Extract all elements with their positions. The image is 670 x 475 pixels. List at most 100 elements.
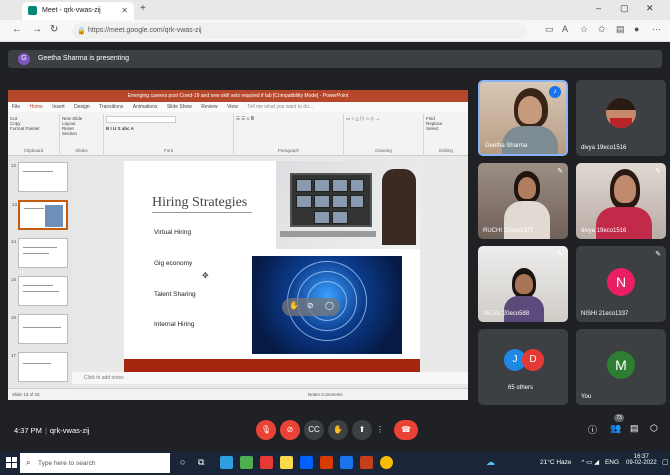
participant-tile[interactable]: ♪ Geetha Sharma: [478, 80, 568, 156]
section-button[interactable]: Section: [62, 131, 101, 136]
editing-group: Find Replace Select Editing: [424, 114, 468, 154]
media-app-icon[interactable]: [240, 456, 253, 469]
dropbox-icon[interactable]: [300, 456, 313, 469]
participant-name: RUCHI 21eco1377: [483, 228, 534, 234]
back-icon[interactable]: ←: [12, 24, 22, 35]
font-name-select[interactable]: [106, 116, 176, 123]
windows-start-icon[interactable]: [6, 457, 18, 469]
notes-pane[interactable]: Click to add notes: [72, 372, 468, 384]
present-screen-button[interactable]: ⬆: [352, 420, 372, 440]
taskbar-clock[interactable]: 16:37 09-02-2022: [626, 454, 657, 466]
favorite-star-icon[interactable]: ☆: [580, 24, 588, 35]
reload-icon[interactable]: ↻: [50, 24, 58, 35]
taskbar-search-input[interactable]: ⌕ Type here to search: [20, 453, 170, 473]
ribbon-tab[interactable]: Design: [74, 104, 90, 110]
pin-icon[interactable]: ✋: [289, 301, 299, 310]
ribbon-tab[interactable]: Animations: [133, 104, 158, 110]
slides-group: New Slide Layout Reset Section Slides: [60, 114, 104, 154]
mic-off-icon: ✎: [655, 251, 661, 258]
chat-icon[interactable]: ▤: [630, 423, 639, 434]
cortana-icon[interactable]: ○: [180, 457, 185, 467]
favorites-icon[interactable]: ✩: [598, 24, 606, 35]
read-aloud-icon[interactable]: A: [562, 24, 568, 34]
ribbon-tab[interactable]: Transitions: [99, 104, 123, 110]
slide-thumbnail-selected[interactable]: 13: [12, 200, 68, 230]
ribbon-tab[interactable]: View: [227, 104, 238, 110]
mic-off-icon[interactable]: ⊘: [307, 301, 314, 310]
group-label: Paragraph: [277, 148, 299, 153]
slide-thumbnail[interactable]: 15: [11, 276, 68, 306]
people-icon[interactable]: 👥: [610, 423, 621, 434]
browser-tab-bar: Meet - qrk-vwas-zij ✕ + – ▢ ✕: [0, 0, 670, 20]
browser-tab[interactable]: Meet - qrk-vwas-zij ✕: [22, 2, 134, 20]
self-tile[interactable]: M You: [576, 329, 666, 405]
mic-off-icon: ✎: [557, 251, 563, 258]
camera-permission-icon[interactable]: ▭: [545, 24, 554, 35]
collections-icon[interactable]: ▤: [616, 24, 625, 35]
url-input[interactable]: 🔒 https://meet.google.com/qrk-vwas-zij: [72, 23, 527, 39]
maximize-button[interactable]: ▢: [620, 3, 629, 14]
weather-text[interactable]: 21°C Haze: [540, 459, 572, 466]
paragraph-buttons[interactable]: ☰ ☰ ≡ ≣: [236, 116, 341, 122]
font-format-buttons[interactable]: B I U S abc A: [106, 126, 231, 131]
more-options-button[interactable]: ⋮: [370, 420, 390, 440]
task-view-icon[interactable]: ⧉: [198, 457, 204, 468]
search-placeholder: Type here to search: [38, 460, 96, 467]
more-menu-icon[interactable]: ⋯: [652, 24, 661, 35]
participant-tile[interactable]: ✎ RUCHI 21eco1377: [478, 163, 568, 239]
onedrive-icon[interactable]: ☁: [486, 457, 495, 468]
leave-call-button[interactable]: ☎: [394, 420, 418, 440]
select-button[interactable]: Select: [426, 126, 466, 131]
slide-thumbnail[interactable]: 12: [11, 162, 68, 192]
forward-icon[interactable]: →: [32, 24, 42, 35]
camera-toggle-button[interactable]: ⊘: [280, 420, 300, 440]
ribbon-tab[interactable]: Slide Show: [167, 104, 192, 110]
tray-icons[interactable]: ^ ▭ ◢: [581, 459, 599, 466]
language-indicator[interactable]: ENG: [605, 459, 619, 466]
notes-comments-buttons[interactable]: Notes Comments: [308, 392, 343, 397]
current-slide[interactable]: Hiring Strategies Virtual Hiring Gig eco…: [124, 161, 420, 373]
participant-tile[interactable]: N ✎ NISHI 21eco1337: [576, 246, 666, 322]
meeting-info: 4:37 PM | qrk-vwas-zij: [14, 426, 90, 435]
office-icon[interactable]: [320, 456, 333, 469]
participant-tile[interactable]: ✎ divya 19eco1516: [576, 163, 666, 239]
participant-tile[interactable]: ✎ SEJAL 20eco588: [478, 246, 568, 322]
ribbon-tab[interactable]: Review: [201, 104, 217, 110]
close-window-button[interactable]: ✕: [646, 3, 654, 14]
presenter-overlay[interactable]: ✋ ⊘ ◯: [282, 298, 340, 316]
more-icon[interactable]: ◯: [325, 301, 334, 310]
edge-icon[interactable]: [220, 456, 233, 469]
chrome-alt-icon[interactable]: [380, 456, 393, 469]
app-icon[interactable]: [260, 456, 273, 469]
file-explorer-icon[interactable]: [280, 456, 293, 469]
close-tab-icon[interactable]: ✕: [121, 6, 128, 15]
ribbon-tab[interactable]: Home: [29, 104, 42, 110]
shapes-gallery[interactable]: ▭ ○ △ ⬠ ☆ ◇ →: [346, 116, 421, 122]
tab-title: Meet - qrk-vwas-zij: [42, 7, 101, 14]
powerpoint-icon[interactable]: [360, 456, 373, 469]
speaking-indicator-icon: ♪: [549, 86, 561, 98]
ribbon-tab[interactable]: Insert: [52, 104, 65, 110]
activities-icon[interactable]: ⬡: [650, 423, 658, 434]
minimize-button[interactable]: –: [596, 3, 601, 13]
slide-thumbnail[interactable]: 16: [11, 314, 68, 344]
slide-thumbnail[interactable]: 17: [11, 352, 68, 382]
new-tab-button[interactable]: +: [140, 3, 146, 14]
format-painter-button[interactable]: Format Painter: [10, 126, 57, 131]
meet-control-bar: 4:37 PM | qrk-vwas-zij 🎙 ⊘ CC ✋ ⬆ ⋮ ☎ ⓘ 👥 …: [0, 410, 670, 450]
raise-hand-button[interactable]: ✋: [328, 420, 348, 440]
tell-me-box[interactable]: Tell me what you want to do...: [247, 104, 313, 110]
participant-tile[interactable]: divya 19eco1516: [576, 80, 666, 156]
others-tile[interactable]: J D 65 others: [478, 329, 568, 405]
mic-toggle-button[interactable]: 🎙: [256, 420, 276, 440]
notification-icon[interactable]: ▢: [662, 458, 669, 466]
slide-thumbnails-pane: 12 13 14 15 16 17: [8, 156, 72, 388]
profile-icon[interactable]: ●: [634, 24, 639, 34]
participant-name: NISHI 21eco1337: [581, 311, 629, 317]
ribbon-tab[interactable]: File: [12, 104, 20, 110]
system-tray: 21°C Haze ^ ▭ ◢ ENG: [540, 458, 619, 466]
captions-button[interactable]: CC: [304, 420, 324, 440]
slide-thumbnail[interactable]: 14: [11, 238, 68, 268]
meeting-details-icon[interactable]: ⓘ: [588, 423, 597, 436]
chrome-icon[interactable]: [340, 456, 353, 469]
